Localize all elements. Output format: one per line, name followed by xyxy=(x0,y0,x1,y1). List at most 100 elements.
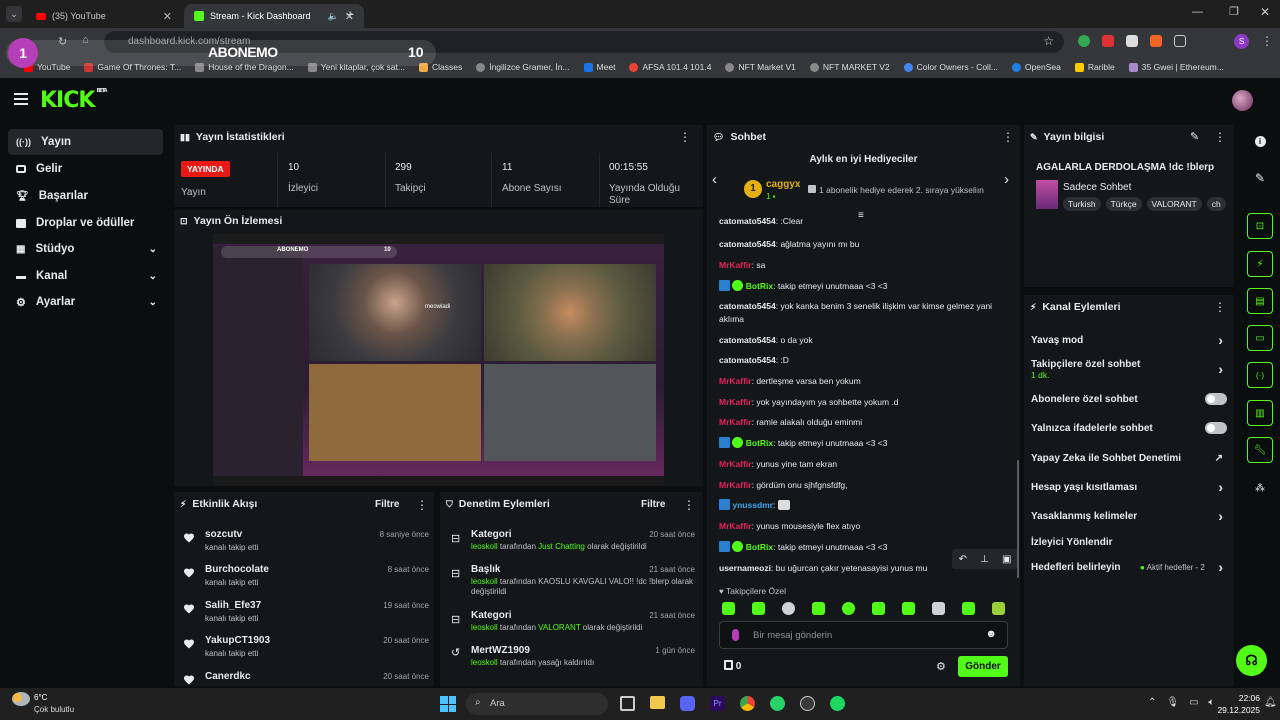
emoji-picker-icon[interactable]: ☻ xyxy=(985,628,997,640)
emote-button[interactable] xyxy=(782,602,795,615)
bookmark-item[interactable]: OpenSea xyxy=(1011,62,1061,72)
layers-icon[interactable]: ▥ xyxy=(1247,400,1273,426)
taskbar-search[interactable]: ⌕ Ara xyxy=(466,693,608,715)
premiere-icon[interactable]: Pr xyxy=(710,696,725,711)
panel-menu-icon[interactable]: ⋮ xyxy=(683,498,695,512)
tag[interactable]: VALORANT xyxy=(1146,197,1202,211)
gifter-name[interactable]: caggyx xyxy=(766,179,800,190)
emote-button[interactable] xyxy=(872,602,885,615)
edit-icon[interactable]: ✎ xyxy=(1190,130,1199,143)
microphone-icon[interactable]: 🎙︎ xyxy=(1166,697,1179,708)
hamburger-menu-icon[interactable] xyxy=(14,93,28,105)
bookmark-item[interactable]: İngilizce Gramer, İn... xyxy=(476,62,570,72)
tab-youtube[interactable]: (35) YouTube ✕ xyxy=(26,4,182,28)
bookmark-item[interactable]: AFSA 101.4 101.4 xyxy=(629,62,711,72)
panel-menu-icon[interactable]: ⋮ xyxy=(1214,300,1226,314)
category-name[interactable]: Sadece Sohbet xyxy=(1063,182,1131,193)
clock-date[interactable]: 29.12.2025 xyxy=(1214,705,1260,715)
lightning-icon[interactable]: ⚡︎ xyxy=(1247,251,1273,277)
mod-filter-button[interactable]: Filtre xyxy=(641,499,665,510)
sidebar-item-droplar[interactable]: Droplar ve ödüller xyxy=(8,210,163,236)
sidebar-item-gelir[interactable]: Gelir xyxy=(8,156,163,182)
user-avatar[interactable] xyxy=(1232,90,1253,111)
new-tab-button[interactable]: + xyxy=(346,6,354,22)
broadcast-icon[interactable]: (·) xyxy=(1247,362,1273,388)
clock-time[interactable]: 22:06 xyxy=(1220,693,1260,703)
account-age-row[interactable]: Hesap yaşı kısıtlaması › xyxy=(1031,479,1231,495)
chat-settings-icon[interactable]: ⚙ xyxy=(936,660,946,673)
activity-filter-button[interactable]: Filtre xyxy=(375,499,399,510)
emote-button[interactable] xyxy=(932,602,945,615)
activity-user[interactable]: Canerdkc xyxy=(205,671,251,682)
obs-icon[interactable] xyxy=(800,696,815,711)
kick-logo[interactable]: KICK BETA xyxy=(40,88,108,113)
reply-icon[interactable]: ↶ xyxy=(959,554,967,565)
tab-kick-dashboard[interactable]: Stream - Kick Dashboard 🔈 ✕ xyxy=(184,4,364,28)
extension-icon[interactable] xyxy=(1102,35,1114,47)
emote-button[interactable] xyxy=(842,602,855,615)
wrench-icon[interactable]: 🔧︎ xyxy=(1247,437,1273,463)
panel-menu-icon[interactable]: ⋮ xyxy=(679,130,691,144)
ai-moderation-row[interactable]: Yapay Zeka ile Sohbet Denetimi ↗ xyxy=(1031,453,1231,464)
task-view-icon[interactable] xyxy=(620,696,635,711)
activity-user[interactable]: Burchocolate xyxy=(205,564,269,575)
sidebar-item-basarilar[interactable]: 🏆︎ Başarılar xyxy=(8,183,163,209)
bookmark-item[interactable]: NFT Market V1 xyxy=(725,62,796,72)
extensions-puzzle-icon[interactable] xyxy=(1174,35,1186,47)
spotify-icon[interactable] xyxy=(830,696,845,711)
activity-user[interactable]: Salih_Efe37 xyxy=(205,600,261,611)
panel-menu-icon[interactable]: ⋮ xyxy=(1214,130,1226,144)
sidebar-item-studyo[interactable]: ▦ Stüdyo ⌄ xyxy=(8,236,163,262)
close-window-icon[interactable]: ✕ xyxy=(1260,5,1270,19)
preview-video[interactable]: ABONEMO 10 meowladi xyxy=(213,234,664,486)
activity-user[interactable]: sozcutv xyxy=(205,529,242,540)
extension-icon[interactable] xyxy=(1150,35,1162,47)
notification-icon[interactable]: 🔔︎ xyxy=(1264,697,1277,708)
emote-button[interactable] xyxy=(812,602,825,615)
chat-icon[interactable]: ▭ xyxy=(1247,325,1273,351)
pin-icon[interactable]: ⊥ xyxy=(980,554,989,565)
panel-menu-icon[interactable]: ⋮ xyxy=(1002,130,1014,144)
set-goals-row[interactable]: Hedefleri belirleyin ● Aktif hedefler - 2… xyxy=(1031,559,1231,575)
chat-input[interactable]: Bir mesaj gönderin ☻ xyxy=(719,621,1008,649)
start-button[interactable] xyxy=(440,696,456,712)
close-icon[interactable]: ✕ xyxy=(163,10,172,23)
panel-menu-icon[interactable]: ⋮ xyxy=(416,498,428,512)
shapes-icon[interactable]: ⁂ xyxy=(1247,475,1273,501)
edit-icon[interactable]: ✎ xyxy=(1247,165,1273,191)
document-icon[interactable]: ▤ xyxy=(1247,288,1273,314)
file-explorer-icon[interactable] xyxy=(650,696,665,709)
scan-icon[interactable]: ⊡ xyxy=(1247,213,1273,239)
support-chat-button[interactable]: ☊ xyxy=(1236,645,1267,676)
tag[interactable]: ch xyxy=(1206,197,1226,211)
sidebar-item-yayin[interactable]: ((·)) Yayın xyxy=(8,129,163,155)
emote-button[interactable] xyxy=(752,602,765,615)
chevron-up-icon[interactable]: ⌃ xyxy=(1148,697,1156,708)
menu-dots-icon[interactable]: ⋮ xyxy=(1261,34,1273,48)
emote-only-toggle[interactable] xyxy=(1205,422,1227,434)
redirect-viewers-row[interactable]: İzleyici Yönlendir xyxy=(1031,537,1231,548)
bookmark-item[interactable]: NFT MARKET V2 xyxy=(809,62,890,72)
followers-only-row[interactable]: Takipçilere özel sohbet 1 dk. › xyxy=(1031,359,1231,380)
display-icon[interactable]: ▭ xyxy=(1189,697,1198,708)
sidebar-item-ayarlar[interactable]: ⚙ Ayarlar ⌄ xyxy=(8,289,163,315)
delete-icon[interactable]: ▣ xyxy=(1002,554,1011,565)
slow-mode-row[interactable]: Yavaş mod › xyxy=(1031,332,1231,348)
info-icon[interactable]: i xyxy=(1247,128,1273,154)
chevron-right-icon[interactable]: › xyxy=(1004,171,1009,188)
bookmark-item[interactable]: Meet xyxy=(583,62,615,72)
restore-icon[interactable]: ❐ xyxy=(1229,5,1239,18)
bookmark-item[interactable]: 35 Gwei | Ethereum... xyxy=(1128,62,1224,72)
weather-icon[interactable] xyxy=(12,692,30,706)
whatsapp-icon[interactable] xyxy=(770,696,785,711)
emote-button[interactable] xyxy=(992,602,1005,615)
bookmark-item[interactable]: Rarible xyxy=(1074,62,1115,72)
tag[interactable]: Turkish xyxy=(1063,197,1101,211)
send-button[interactable]: Gönder xyxy=(958,656,1008,677)
subs-only-toggle[interactable] xyxy=(1205,393,1227,405)
tab-list-button[interactable]: ⌄ xyxy=(6,6,22,22)
sidebar-item-kanal[interactable]: ▬ Kanal ⌄ xyxy=(8,263,163,289)
speaker-icon[interactable]: 🔈 xyxy=(328,11,339,22)
emote-button[interactable] xyxy=(722,602,735,615)
tag[interactable]: Türkçe xyxy=(1105,197,1142,211)
